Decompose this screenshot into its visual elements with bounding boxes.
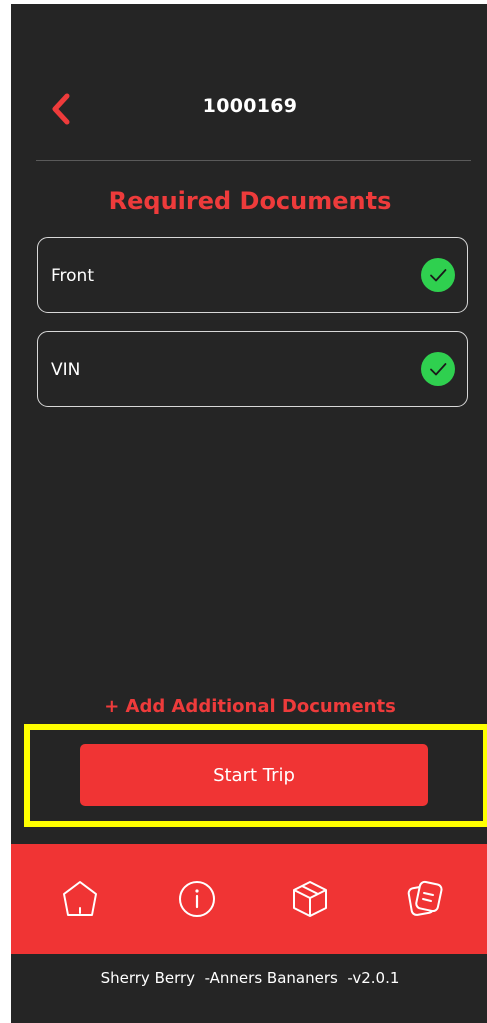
tab-home[interactable] [58,877,102,921]
document-label: Front [51,266,94,286]
documents-icon [407,880,443,916]
section-title: Required Documents [108,187,392,215]
bottom-tab-bar [11,844,487,954]
tab-info[interactable] [175,877,219,921]
page-title: 1000169 [202,95,298,117]
footer-text: Sherry Berry -Anners Bananers -v2.0.1 [100,969,400,987]
tab-documents[interactable] [403,877,447,921]
header: 1000169 [11,4,487,161]
add-additional-documents-link[interactable]: + Add Additional Documents [11,696,487,717]
document-label: VIN [51,360,81,380]
home-icon [63,881,97,916]
check-circle-icon [421,352,455,386]
tab-package[interactable] [288,877,332,921]
info-icon [179,881,215,917]
check-circle-icon [421,258,455,292]
header-divider [36,160,471,161]
document-item-vin[interactable]: VIN [37,331,468,407]
app-screen: 1000169 Required Documents Front VIN + A… [11,4,487,1023]
footer: Sherry Berry -Anners Bananers -v2.0.1 [11,954,487,1023]
start-trip-button[interactable]: Start Trip [80,744,428,806]
package-icon [293,881,327,917]
document-item-front[interactable]: Front [37,237,468,313]
